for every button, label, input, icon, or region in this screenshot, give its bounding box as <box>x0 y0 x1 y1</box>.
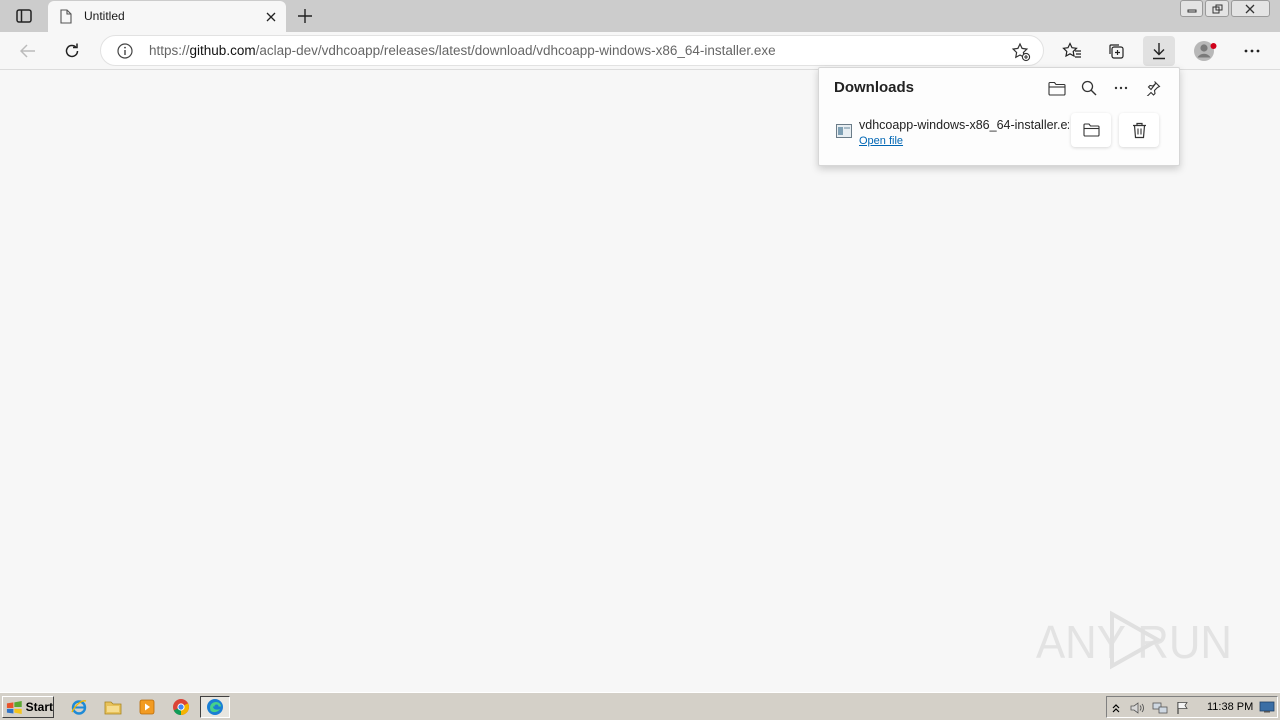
clock[interactable]: 11:38 PM <box>1207 701 1253 713</box>
taskbar-media-player[interactable] <box>134 696 160 718</box>
restore-icon <box>1212 4 1223 13</box>
browser-toolbar: https://github.com/aclap-dev/vdhcoapp/re… <box>0 32 1280 70</box>
downloads-more-button[interactable] <box>1109 77 1133 99</box>
tab-actions-icon <box>16 9 32 23</box>
edge-icon <box>207 699 223 715</box>
collections-button[interactable] <box>1100 36 1132 66</box>
trash-icon <box>1132 122 1146 138</box>
taskbar: Start 11:38 PM <box>0 692 1280 720</box>
refresh-button[interactable] <box>57 36 87 66</box>
open-file-link[interactable]: Open file <box>859 135 903 147</box>
tab-close-button[interactable] <box>262 8 280 26</box>
settings-more-button[interactable] <box>1236 36 1268 66</box>
new-tab-button[interactable] <box>294 5 316 27</box>
network-icon <box>1152 702 1168 714</box>
add-favorite-icon[interactable] <box>1011 42 1031 62</box>
collections-icon <box>1109 44 1124 59</box>
exe-file-icon <box>836 124 852 138</box>
folder-icon <box>1048 81 1066 96</box>
tray-action-center[interactable] <box>1175 700 1191 716</box>
address-bar[interactable]: https://github.com/aclap-dev/vdhcoapp/re… <box>100 35 1044 66</box>
folder-icon <box>1082 123 1100 137</box>
pin-icon <box>1146 81 1161 96</box>
system-tray: 11:38 PM <box>1106 696 1278 718</box>
back-button[interactable] <box>13 36 43 66</box>
url-path: /aclap-dev/vdhcoapp/releases/latest/down… <box>255 43 776 58</box>
start-label: Start <box>25 700 53 714</box>
more-icon <box>1244 49 1260 53</box>
title-bar: Untitled <box>0 0 1280 32</box>
anyrun-watermark: ANY RUN <box>1036 610 1232 670</box>
url-host: github.com <box>189 43 256 58</box>
open-downloads-folder-button[interactable] <box>1045 77 1069 99</box>
more-icon <box>1114 86 1128 90</box>
windows-logo-icon <box>6 700 22 714</box>
media-player-icon <box>139 699 155 715</box>
downloads-title: Downloads <box>834 79 915 96</box>
tab-untitled[interactable]: Untitled <box>48 1 286 32</box>
close-icon <box>1246 4 1255 13</box>
tab-title: Untitled <box>84 9 125 23</box>
show-in-folder-button[interactable] <box>1071 113 1111 147</box>
taskbar-chrome[interactable] <box>168 696 194 718</box>
restore-button[interactable] <box>1205 0 1229 17</box>
download-icon <box>1153 43 1165 60</box>
window-controls <box>1180 0 1272 18</box>
tray-volume[interactable] <box>1129 700 1145 716</box>
search-icon <box>1081 80 1097 96</box>
taskbar-explorer[interactable] <box>100 696 126 718</box>
plus-icon <box>298 9 312 23</box>
url-protocol: https:// <box>149 43 190 58</box>
refresh-icon <box>65 43 79 58</box>
watermark-text: ANY RUN <box>1036 616 1232 668</box>
start-button[interactable]: Start <box>2 696 54 718</box>
pin-downloads-button[interactable] <box>1141 77 1165 99</box>
taskbar-edge[interactable] <box>200 696 230 718</box>
minimize-button[interactable] <box>1180 0 1204 17</box>
show-desktop-button[interactable] <box>1256 696 1278 718</box>
search-downloads-button[interactable] <box>1077 77 1101 99</box>
volume-icon <box>1130 702 1144 714</box>
page-icon <box>60 9 72 24</box>
downloads-button[interactable] <box>1143 36 1175 66</box>
chrome-icon <box>173 699 189 715</box>
close-icon <box>266 12 276 22</box>
info-icon[interactable] <box>117 43 133 59</box>
folder-icon <box>104 701 122 715</box>
favorites-icon <box>1062 42 1081 58</box>
chevron-up-icon <box>1112 704 1120 713</box>
show-desktop-icon <box>1259 701 1275 713</box>
delete-download-button[interactable] <box>1119 113 1159 147</box>
tab-actions-button[interactable] <box>8 6 40 26</box>
tray-network[interactable] <box>1152 700 1168 716</box>
internet-explorer-icon <box>71 700 87 715</box>
tray-expand-button[interactable] <box>1108 700 1124 716</box>
back-icon <box>20 44 35 58</box>
url-text[interactable]: https://github.com/aclap-dev/vdhcoapp/re… <box>149 43 776 58</box>
favorites-button[interactable] <box>1056 36 1088 66</box>
download-item[interactable]: vdhcoapp-windows-x86_64-installer.exe Op… <box>827 112 1173 156</box>
window-close-button[interactable] <box>1230 0 1271 17</box>
profile-button[interactable] <box>1190 36 1222 66</box>
minimize-icon <box>1187 9 1197 12</box>
flag-icon <box>1177 702 1188 714</box>
downloads-panel: Downloads vdhcoapp-windows-x86_64-instal… <box>818 67 1180 166</box>
profile-icon <box>1194 41 1217 61</box>
download-filename: vdhcoapp-windows-x86_64-installer.exe <box>859 118 1069 132</box>
taskbar-internet-explorer[interactable] <box>66 696 92 718</box>
